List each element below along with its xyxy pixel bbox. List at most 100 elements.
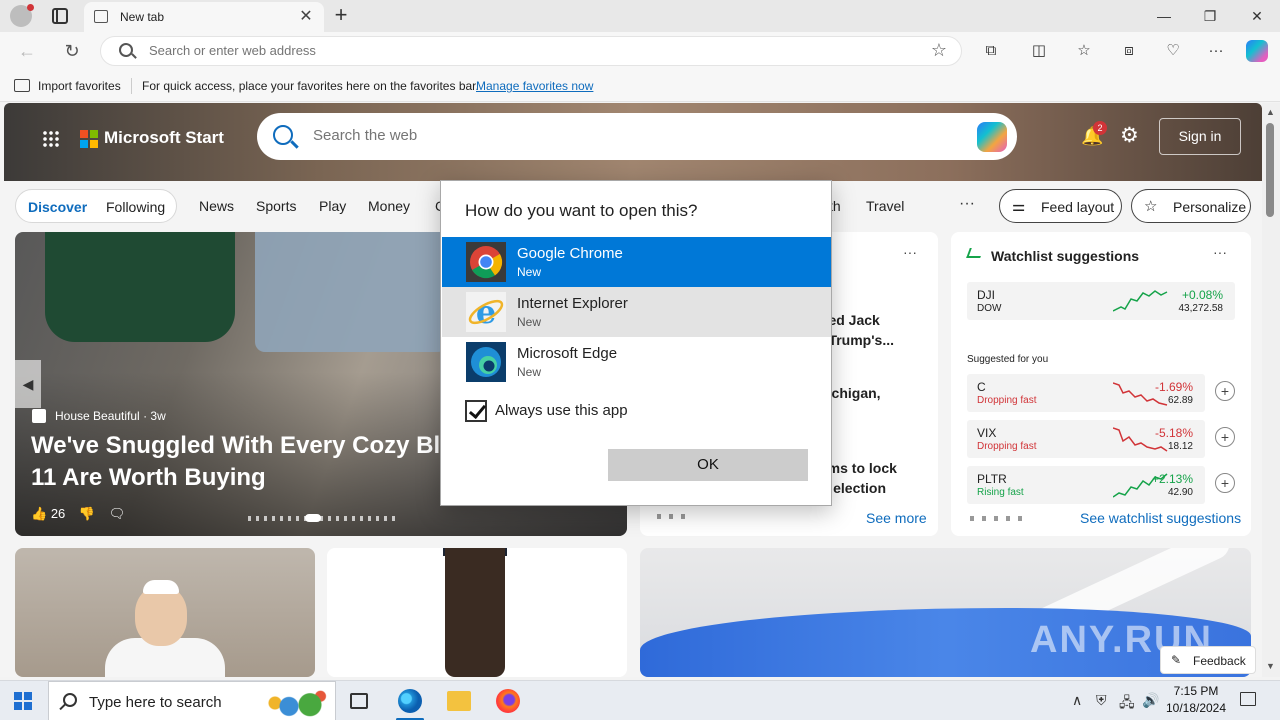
stock-status: Dropping fast <box>977 395 1037 406</box>
browser-tab[interactable]: New tab ✕ <box>84 2 324 32</box>
source-name: House Beautiful <box>55 409 140 423</box>
suggested-label: Suggested for you <box>967 354 1049 365</box>
always-use-checkbox[interactable] <box>465 400 487 422</box>
nav-more-button[interactable]: ··· <box>959 195 975 213</box>
nav-travel[interactable]: Travel <box>866 198 904 214</box>
nav-news[interactable]: News <box>199 198 234 214</box>
add-to-watchlist-button[interactable]: + <box>1215 381 1235 401</box>
tab-actions-icon[interactable] <box>52 8 68 24</box>
app-option-internet-explorer[interactable]: e Internet Explorer New <box>442 287 831 337</box>
clock-time[interactable]: 7:15 PM <box>1166 684 1226 698</box>
scroll-thumb[interactable] <box>1266 123 1274 217</box>
network-icon[interactable]: 🖧 <box>1119 692 1135 716</box>
stock-row-vix[interactable]: VIX Dropping fast -5.18% 18.12 + <box>967 420 1235 458</box>
task-view-icon[interactable] <box>350 693 368 709</box>
sparkline-up <box>1113 290 1168 312</box>
file-explorer-icon[interactable] <box>447 691 471 711</box>
carousel-previous-button[interactable]: ◀ <box>15 360 41 408</box>
article-card-fashion[interactable] <box>327 548 627 677</box>
scroll-down-icon[interactable]: ▼ <box>1266 661 1275 671</box>
more-menu-icon[interactable]: ··· <box>1205 41 1227 61</box>
stock-price: 42.90 <box>1167 487 1193 498</box>
page-scrollbar[interactable]: ▲ ▼ <box>1262 103 1280 677</box>
app-option-chrome[interactable]: Google Chrome New <box>442 237 831 287</box>
taskbar-search-box[interactable]: Type here to search <box>48 681 336 720</box>
stock-row-pltr[interactable]: PLTR Rising fast +2.13% 42.90 + <box>967 466 1235 504</box>
favorite-star-icon[interactable]: ☆ <box>931 40 947 61</box>
tab-following[interactable]: Following <box>106 199 165 215</box>
stock-row-c[interactable]: C Dropping fast -1.69% 62.89 + <box>967 374 1235 412</box>
web-search-input[interactable] <box>313 127 913 144</box>
more-options-icon[interactable]: ··· <box>903 244 917 260</box>
pager-dots <box>657 514 691 519</box>
gear-icon[interactable]: ⚙ <box>1120 125 1139 147</box>
edge-icon <box>466 342 506 382</box>
always-use-label[interactable]: Always use this app <box>495 402 628 419</box>
import-favorites-button[interactable]: Import favorites <box>38 79 121 93</box>
edge-taskbar-icon[interactable] <box>398 689 422 713</box>
star-icon: ☆ <box>1144 198 1158 215</box>
watchlist-title: Watchlist suggestions <box>991 248 1140 264</box>
see-watchlist-suggestions-link[interactable]: See watchlist suggestions <box>1080 510 1241 526</box>
address-input[interactable] <box>149 43 889 58</box>
app-launcher-icon[interactable] <box>42 130 60 148</box>
stock-price: 18.12 <box>1167 441 1193 452</box>
notification-center-icon[interactable] <box>1240 692 1256 706</box>
performance-icon[interactable]: ♡ <box>1162 41 1184 61</box>
nav-sports[interactable]: Sports <box>256 198 296 214</box>
split-screen-icon[interactable]: ◫ <box>1028 41 1050 61</box>
stock-row-dji[interactable]: DJI DOW +0.08% 43,272.58 <box>967 282 1235 320</box>
new-tab-button[interactable]: + <box>330 2 352 28</box>
close-tab-icon[interactable]: ✕ <box>296 6 316 26</box>
nav-play[interactable]: Play <box>319 198 346 214</box>
see-more-link[interactable]: See more <box>866 510 927 526</box>
windows-start-icon[interactable] <box>14 692 32 710</box>
favorites-icon[interactable]: ☆ <box>1073 41 1095 61</box>
manage-favorites-link[interactable]: Manage favorites now <box>476 79 593 93</box>
header-banner: Microsoft Start 🔔 2 ⚙ Sign in <box>4 103 1262 181</box>
firefox-icon[interactable] <box>496 689 520 713</box>
nav-money[interactable]: Money <box>368 198 410 214</box>
thumbs-up-icon[interactable]: 👍 <box>31 506 47 521</box>
restore-button[interactable]: ❐ <box>1190 4 1230 28</box>
extensions-icon[interactable]: ⧉ <box>980 41 1002 61</box>
pager-dots <box>970 516 1022 521</box>
security-icon[interactable]: ⛨ <box>1096 692 1107 709</box>
thumbs-down-icon[interactable]: 👎 <box>79 506 95 521</box>
web-search-box[interactable] <box>257 113 1017 160</box>
app-subtitle: New <box>517 365 542 379</box>
scroll-up-icon[interactable]: ▲ <box>1266 107 1275 117</box>
comment-icon[interactable]: 🗨 <box>109 506 126 521</box>
feedback-button[interactable]: ✎ Feedback <box>1160 646 1256 674</box>
minimize-button[interactable]: — <box>1144 4 1184 28</box>
ok-button[interactable]: OK <box>608 449 808 481</box>
article-card-pope[interactable] <box>15 548 315 677</box>
personalize-button[interactable]: ☆ Personalize <box>1131 189 1251 223</box>
refresh-button[interactable]: ↻ <box>61 40 83 62</box>
close-window-button[interactable]: ✕ <box>1237 4 1277 28</box>
app-name: Google Chrome <box>517 245 623 262</box>
chevron-up-icon[interactable]: ∧ <box>1072 692 1082 709</box>
feed-layout-button[interactable]: ⚌ Feed layout <box>999 189 1122 223</box>
back-button[interactable]: ← <box>16 40 38 62</box>
add-to-watchlist-button[interactable]: + <box>1215 427 1235 447</box>
address-bar[interactable]: ☆ <box>100 36 962 66</box>
more-options-icon[interactable]: ··· <box>1213 244 1227 260</box>
windows-taskbar: Type here to search ∧ ⛨ 🖧 🔊 7:15 PM 10/1… <box>0 680 1280 720</box>
search-highlight-icon <box>261 686 331 720</box>
copilot-icon[interactable] <box>977 122 1007 152</box>
profile-avatar-icon[interactable] <box>10 4 34 27</box>
add-to-watchlist-button[interactable]: + <box>1215 473 1235 493</box>
volume-icon[interactable]: 🔊 <box>1142 692 1159 709</box>
collections-icon[interactable]: ⧈ <box>1118 41 1140 61</box>
sign-in-button[interactable]: Sign in <box>1159 118 1241 155</box>
app-option-edge[interactable]: Microsoft Edge New <box>442 337 831 387</box>
tab-discover[interactable]: Discover <box>28 199 87 215</box>
stock-change: +0.08% <box>1181 288 1223 302</box>
brand-name[interactable]: Microsoft Start <box>104 128 224 148</box>
browser-toolbar: ← ↻ ☆ ⧉ ◫ ☆ ⧈ ♡ ··· <box>0 32 1280 70</box>
feed-mode-switch: Discover Following <box>15 189 177 223</box>
dialog-title: How do you want to open this? <box>465 201 698 220</box>
clock-date[interactable]: 10/18/2024 <box>1162 701 1230 715</box>
copilot-icon[interactable] <box>1246 40 1268 62</box>
